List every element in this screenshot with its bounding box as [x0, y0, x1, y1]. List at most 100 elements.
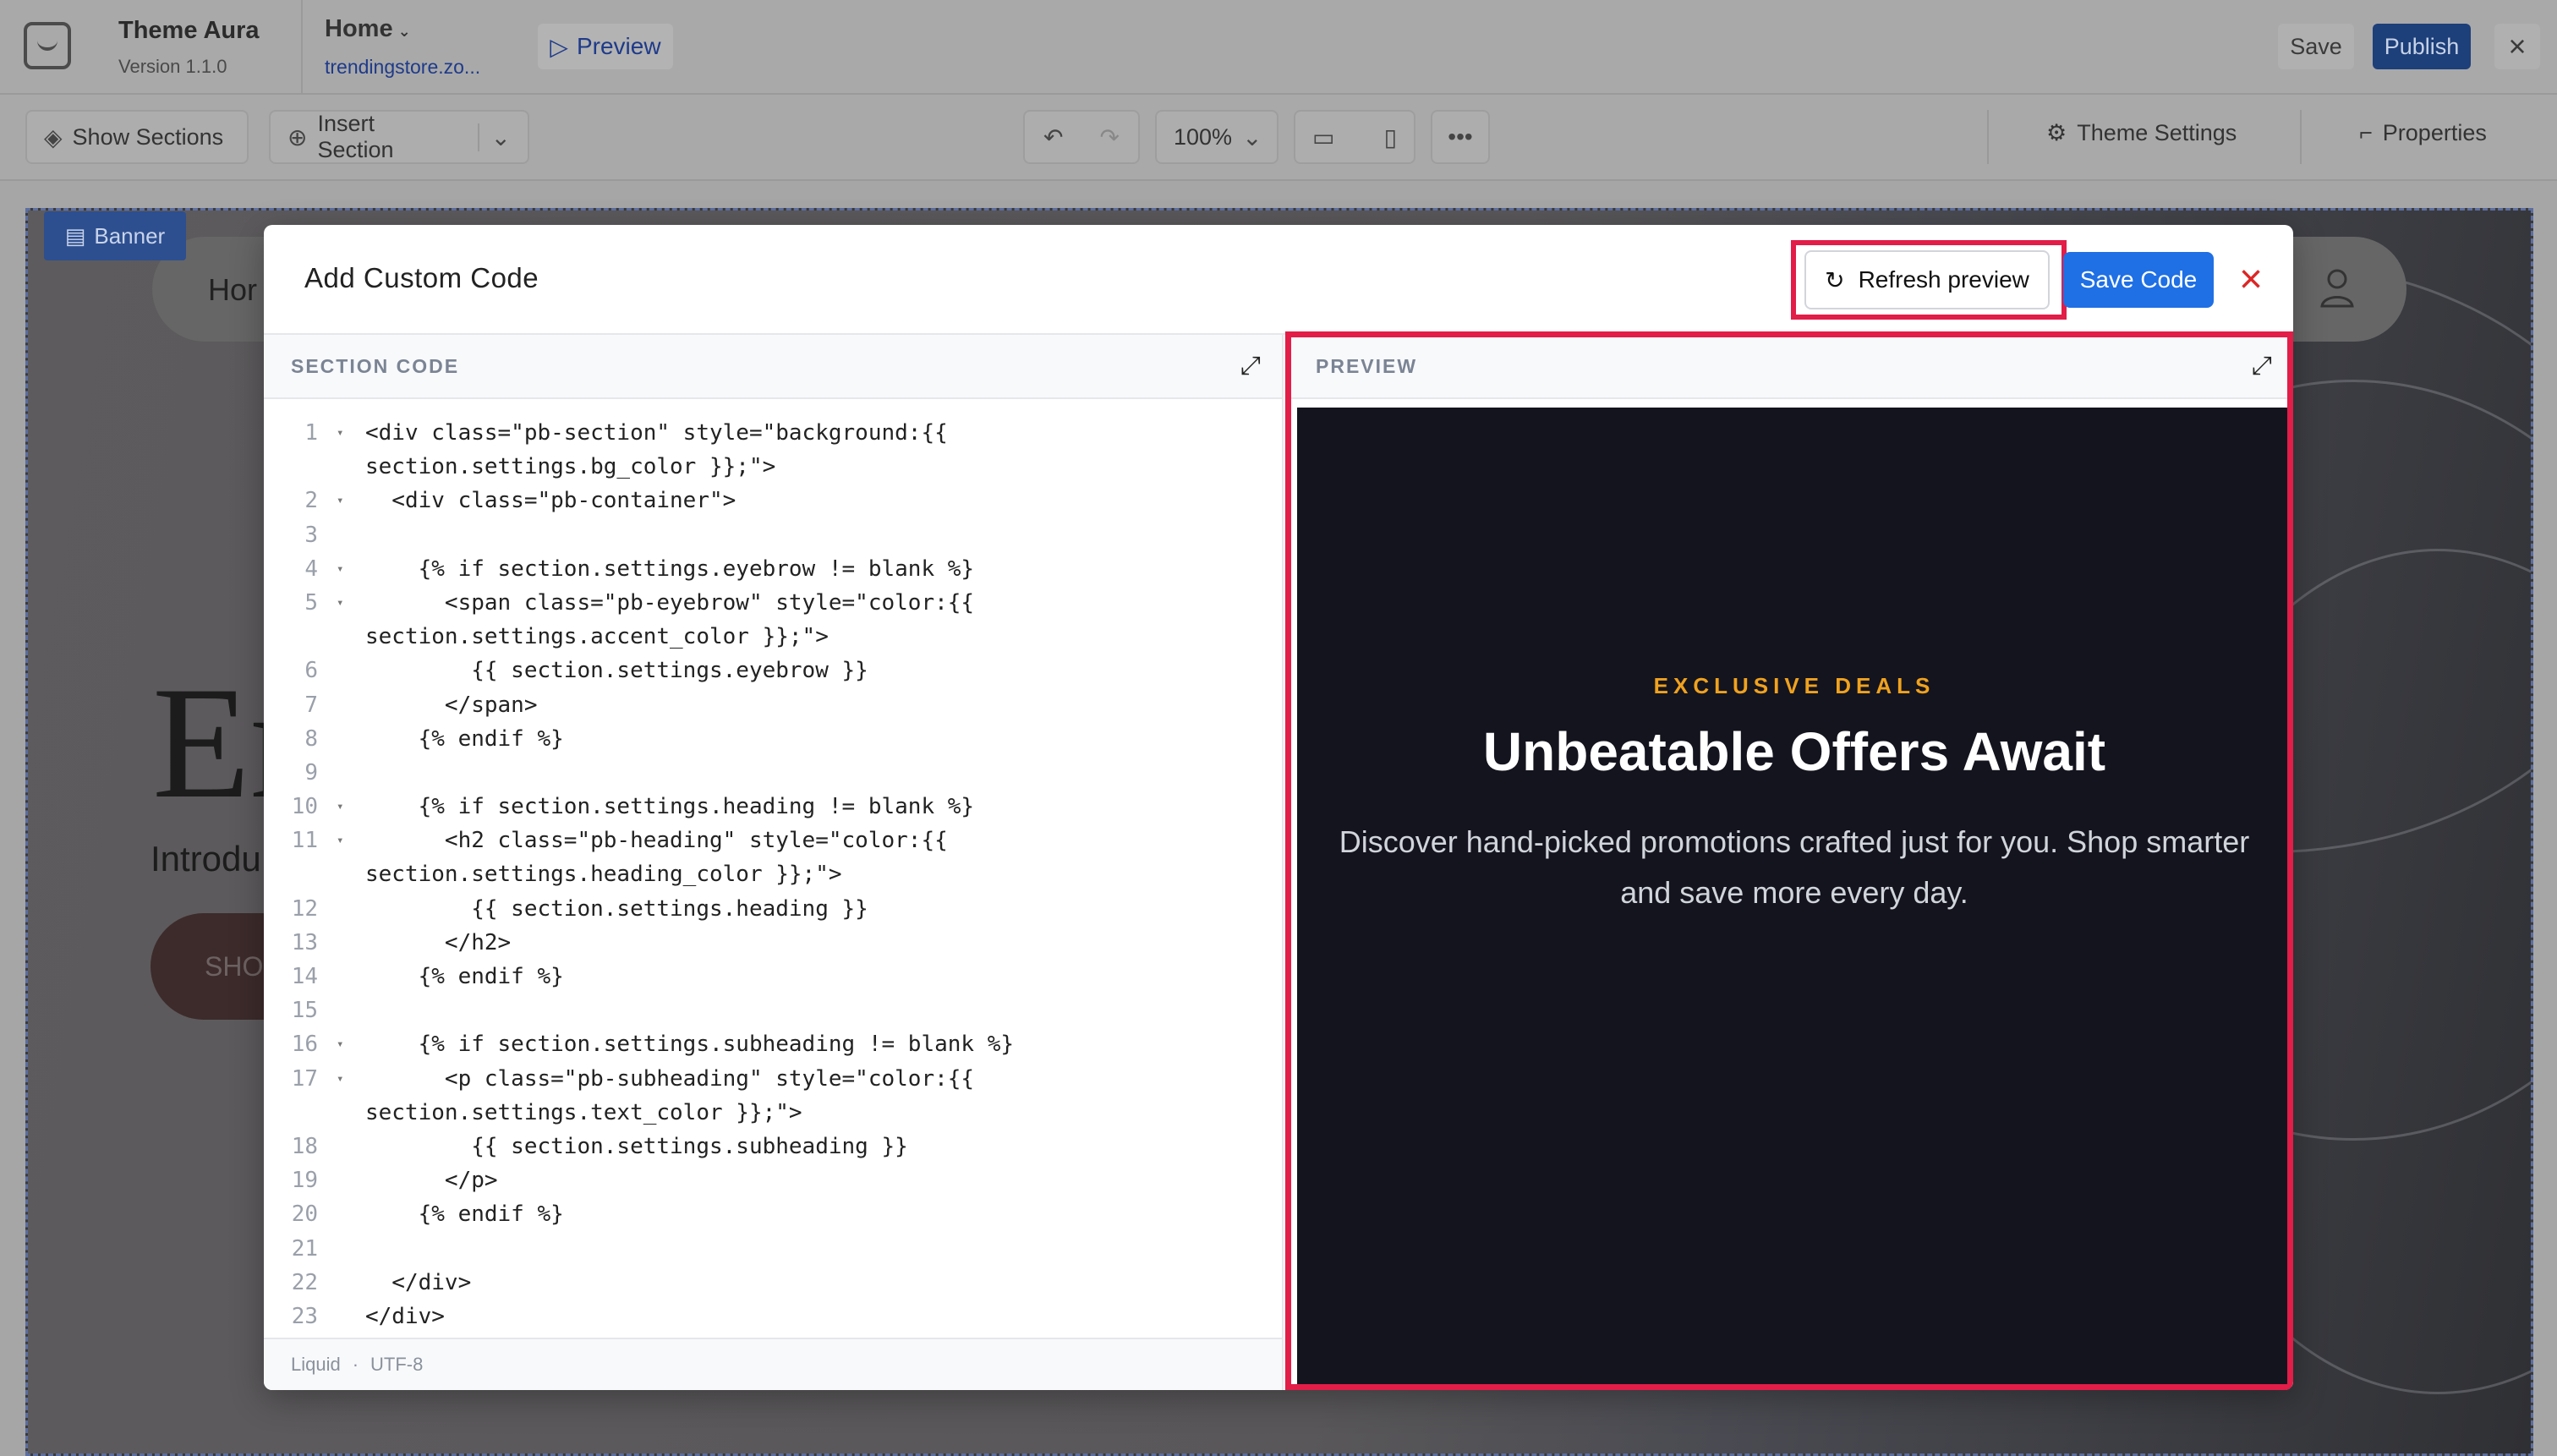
fold-caret-icon[interactable]: ▾ [337, 552, 343, 586]
refresh-icon: ↻ [1825, 266, 1845, 293]
show-sections-button[interactable]: ◈ Show Sections [25, 110, 249, 164]
code-line[interactable]: 3 [264, 518, 1282, 552]
section-code-label: SECTION CODE [291, 355, 460, 377]
code-text: {{ section.settings.heading }} [365, 895, 868, 922]
code-line[interactable]: 16 ▾ {% if section.settings.subheading !=… [264, 1027, 1282, 1061]
code-text: {% if section.settings.eyebrow != blank … [365, 556, 975, 582]
fold-caret-icon[interactable]: ▾ [337, 416, 343, 450]
refresh-preview-button[interactable]: ↻ Refresh preview [1804, 250, 2050, 309]
theme-version: Version 1.1.0 [118, 56, 227, 77]
gear-icon: ⚙ [2046, 120, 2067, 145]
publish-button[interactable]: Publish [2373, 24, 2471, 69]
chevron-down-icon[interactable]: ⌄ [477, 123, 511, 151]
expand-code-icon[interactable]: ⤢ [1236, 352, 1265, 380]
close-modal-icon[interactable]: × [2226, 254, 2276, 304]
store-nav-home[interactable]: Hor [208, 272, 257, 308]
line-number: 16 [291, 1032, 318, 1058]
zoom-select[interactable]: 100% ⌄ [1155, 110, 1278, 164]
layout-icon: ▤ [64, 222, 86, 249]
code-line[interactable]: 12 {{ section.settings.heading }} [264, 892, 1282, 926]
code-line[interactable]: 15 [264, 993, 1282, 1027]
code-line[interactable]: 4 ▾ {% if section.settings.eyebrow != bla… [264, 552, 1282, 586]
code-line[interactable]: 19 </p> [264, 1163, 1282, 1197]
code-line[interactable]: 9 [264, 756, 1282, 790]
chevron-down-icon: ⌄ [397, 23, 411, 40]
code-line[interactable]: 13 </h2> [264, 926, 1282, 960]
code-line[interactable]: 21 [264, 1232, 1282, 1266]
code-line[interactable]: 7 </span> [264, 688, 1282, 722]
code-text: </div> [365, 1303, 445, 1329]
more-horizontal-icon: ••• [1448, 123, 1473, 150]
page-selector[interactable]: Home ⌄ [325, 15, 411, 43]
code-line[interactable]: section.settings.accent_color }};"> [264, 620, 1282, 654]
code-line[interactable]: 14 {% endif %} [264, 960, 1282, 993]
code-line[interactable]: section.settings.bg_color }};"> [264, 450, 1282, 484]
language-label: Liquid [291, 1354, 341, 1375]
insert-section-button[interactable]: ⊕ Insert Section ⌄ [269, 110, 529, 164]
code-line[interactable]: 5 ▾ <span class="pb-eyebrow" style="color… [264, 586, 1282, 620]
code-line[interactable]: 18 {{ section.settings.subheading }} [264, 1130, 1282, 1163]
section-code-pane: SECTION CODE ⤢ 1 ▾ <div class="pb-section"… [264, 335, 1284, 1390]
code-line[interactable]: 17 ▾ <p class="pb-subheading" style="colo… [264, 1062, 1282, 1096]
fold-caret-icon[interactable]: ▾ [337, 586, 343, 620]
toolbar-divider [2300, 110, 2302, 164]
fold-caret-icon[interactable]: ▾ [337, 484, 343, 517]
mobile-icon[interactable]: ▯ [1384, 123, 1397, 151]
line-number: 19 [291, 1168, 318, 1194]
code-line[interactable]: section.settings.text_color }};"> [264, 1096, 1282, 1130]
code-text: <p class="pb-subheading" style="color:{{ [365, 1065, 975, 1092]
store-url-link[interactable]: trendingstore.zo... [325, 56, 480, 79]
editor-topbar: Theme Aura Version 1.1.0 Home ⌄ trendings… [0, 0, 2557, 95]
device-toggle-group: ▭ ▯ [1294, 110, 1415, 164]
banner-section-label: Banner [94, 222, 166, 249]
line-number: 1 [304, 420, 318, 446]
fold-caret-icon[interactable]: ▾ [337, 1062, 343, 1096]
fold-caret-icon[interactable]: ▾ [337, 790, 343, 824]
user-account-icon[interactable] [2319, 267, 2356, 309]
more-options-button[interactable]: ••• [1431, 110, 1490, 164]
code-line[interactable]: 23 </div> [264, 1300, 1282, 1333]
line-number: 21 [291, 1235, 318, 1262]
line-number: 9 [304, 759, 318, 785]
paint-roller-icon: ⌐ [2359, 120, 2373, 145]
line-number: 18 [291, 1133, 318, 1159]
preview-subheading: Discover hand-picked promotions crafted … [1339, 824, 2250, 910]
redo-icon[interactable]: ↷ [1100, 123, 1120, 151]
code-text: {% if section.settings.heading != blank … [365, 794, 975, 820]
preview-section: EXCLUSIVE DEALS Unbeatable Offers Await … [1297, 408, 2291, 1390]
desktop-icon[interactable]: ▭ [1312, 123, 1334, 151]
close-editor-icon[interactable]: × [2494, 24, 2540, 69]
code-line[interactable]: 8 {% endif %} [264, 722, 1282, 756]
modal-header: Add Custom Code ↻ Refresh preview Save C… [264, 225, 2293, 335]
code-editor[interactable]: 1 ▾ <div class="pb-section" style="backgro… [264, 416, 1282, 1333]
fold-caret-icon[interactable]: ▾ [337, 824, 343, 857]
code-line[interactable]: 10 ▾ {% if section.settings.heading != bl… [264, 790, 1282, 824]
layers-icon: ◈ [44, 123, 63, 151]
expand-preview-icon[interactable]: ⤢ [2248, 352, 2276, 380]
code-line[interactable]: section.settings.heading_color }};"> [264, 857, 1282, 891]
insert-section-label: Insert Section [317, 111, 394, 162]
save-button[interactable]: Save [2278, 24, 2354, 69]
undo-icon[interactable]: ↶ [1043, 123, 1063, 151]
properties-button[interactable]: ⌐ Properties [2359, 120, 2487, 146]
code-line[interactable]: 1 ▾ <div class="pb-section" style="backgro… [264, 416, 1282, 450]
preview-button-label: Preview [576, 33, 661, 59]
code-line[interactable]: 6 {{ section.settings.eyebrow }} [264, 654, 1282, 687]
code-line[interactable]: 22 </div> [264, 1266, 1282, 1300]
theme-settings-button[interactable]: ⚙ Theme Settings [2046, 120, 2237, 146]
statusbar-separator: · [352, 1354, 359, 1375]
code-line[interactable]: 20 {% endif %} [264, 1197, 1282, 1231]
code-line[interactable]: 2 ▾ <div class="pb-container"> [264, 484, 1282, 517]
code-text: section.settings.text_color }};"> [365, 1099, 802, 1125]
save-code-button[interactable]: Save Code [2063, 252, 2214, 308]
preview-button[interactable]: ▷ Preview [538, 24, 673, 69]
code-text: <div class="pb-container"> [365, 488, 736, 514]
preview-label: PREVIEW [1316, 355, 1418, 377]
code-text: section.settings.heading_color }};"> [365, 862, 842, 888]
banner-section-tag[interactable]: ▤ Banner [44, 211, 186, 260]
code-line[interactable]: 11 ▾ <h2 class="pb-heading" style="color:… [264, 824, 1282, 857]
line-number: 15 [291, 998, 318, 1024]
line-number: 10 [291, 794, 318, 820]
fold-caret-icon[interactable]: ▾ [337, 1027, 343, 1061]
line-number: 3 [304, 522, 318, 548]
